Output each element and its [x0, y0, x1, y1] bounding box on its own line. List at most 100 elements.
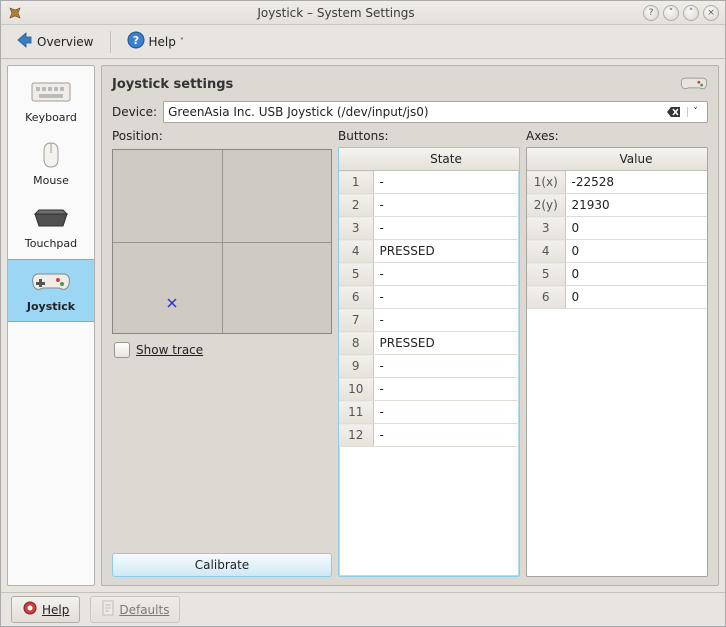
overview-label: Overview	[37, 35, 94, 49]
sidebar-item-label: Joystick	[27, 300, 75, 313]
chevron-down-icon: ˅	[180, 37, 184, 46]
toolbar: Overview ? Help ˅	[1, 25, 725, 59]
button-state-cell: -	[373, 263, 519, 286]
table-row: 1-	[339, 171, 519, 194]
calibrate-button[interactable]: Calibrate	[112, 553, 332, 577]
device-combobox[interactable]: GreenAsia Inc. USB Joystick (/dev/input/…	[163, 101, 708, 123]
row-header: 11	[339, 401, 373, 424]
help-menu-label: Help	[149, 35, 176, 49]
axis-value-cell: -22528	[565, 171, 707, 194]
sidebar-item-label: Touchpad	[25, 237, 77, 250]
chevron-down-icon[interactable]: ˅	[687, 107, 703, 117]
table-row: 8PRESSED	[339, 332, 519, 355]
button-state-cell: -	[373, 401, 519, 424]
gamepad-header-icon	[680, 74, 708, 95]
overview-button[interactable]: Overview	[9, 28, 100, 55]
position-label: Position:	[112, 129, 332, 143]
window-title: Joystick – System Settings	[29, 6, 643, 20]
table-row: 60	[527, 286, 707, 309]
main-panel: Joystick settings Device: GreenAsia Inc.…	[101, 65, 719, 586]
buttons-table: State 1-2-3-4PRESSED5-6-7-8PRESSED9-10-1…	[338, 147, 520, 577]
close-window-button[interactable]: ×	[703, 5, 719, 21]
axis-value-cell: 0	[565, 263, 707, 286]
button-state-cell: -	[373, 217, 519, 240]
table-row: 30	[527, 217, 707, 240]
axes-table: Value 1(x)-225282(y)2193030405060	[526, 147, 708, 577]
value-header: Value	[565, 148, 707, 171]
row-header: 6	[339, 286, 373, 309]
table-row: 6-	[339, 286, 519, 309]
sidebar-item-label: Keyboard	[25, 111, 77, 124]
button-state-cell: -	[373, 194, 519, 217]
button-state-cell: -	[373, 378, 519, 401]
sidebar-item-label: Mouse	[33, 174, 69, 187]
button-state-cell: PRESSED	[373, 240, 519, 263]
table-row: 5-	[339, 263, 519, 286]
button-state-cell: PRESSED	[373, 332, 519, 355]
sidebar-item-mouse[interactable]: Mouse	[8, 133, 94, 196]
show-trace-checkbox[interactable]	[114, 342, 130, 358]
table-row: 9-	[339, 355, 519, 378]
button-state-cell: -	[373, 355, 519, 378]
row-header: 5	[527, 263, 565, 286]
minimize-window-button[interactable]: ˅	[663, 5, 679, 21]
maximize-window-button[interactable]: ˄	[683, 5, 699, 21]
row-header: 1	[339, 171, 373, 194]
button-state-cell: -	[373, 424, 519, 447]
app-icon	[7, 5, 23, 21]
sidebar-item-keyboard[interactable]: Keyboard	[8, 70, 94, 133]
table-row: 40	[527, 240, 707, 263]
show-trace-label: Show trace	[136, 343, 203, 357]
help-icon: ?	[127, 31, 145, 52]
table-row: 2-	[339, 194, 519, 217]
sidebar: Keyboard Mouse Touchpad Joystick	[7, 65, 95, 586]
position-view	[112, 149, 332, 334]
table-row: 10-	[339, 378, 519, 401]
help-menu-button[interactable]: ? Help ˅	[121, 28, 190, 55]
state-header: State	[373, 148, 519, 171]
row-header: 12	[339, 424, 373, 447]
table-row: 11-	[339, 401, 519, 424]
help-icon	[22, 600, 38, 619]
row-header: 5	[339, 263, 373, 286]
keyboard-icon	[29, 77, 73, 107]
back-arrow-icon	[15, 31, 33, 52]
help-button[interactable]: Help	[11, 596, 80, 623]
titlebar: Joystick – System Settings ? ˅ ˄ ×	[1, 1, 725, 25]
svg-text:?: ?	[132, 34, 138, 47]
row-header: 10	[339, 378, 373, 401]
page-title: Joystick settings	[112, 77, 233, 92]
row-header: 3	[527, 217, 565, 240]
row-header: 4	[339, 240, 373, 263]
footer: Help Defaults	[1, 592, 725, 626]
row-header: 6	[527, 286, 565, 309]
sidebar-item-joystick[interactable]: Joystick	[8, 259, 94, 322]
button-state-cell: -	[373, 286, 519, 309]
touchpad-icon	[29, 203, 73, 233]
gamepad-icon	[29, 266, 73, 296]
row-header: 8	[339, 332, 373, 355]
sidebar-item-touchpad[interactable]: Touchpad	[8, 196, 94, 259]
defaults-button: Defaults	[90, 596, 180, 623]
axes-label: Axes:	[526, 129, 708, 143]
table-row: 3-	[339, 217, 519, 240]
defaults-button-label: Defaults	[119, 603, 169, 617]
axis-value-cell: 0	[565, 217, 707, 240]
clear-icon[interactable]	[665, 106, 683, 118]
device-label: Device:	[112, 105, 157, 119]
mouse-icon	[29, 140, 73, 170]
row-header: 3	[339, 217, 373, 240]
row-header: 7	[339, 309, 373, 332]
button-state-cell: -	[373, 309, 519, 332]
document-icon	[101, 600, 115, 619]
axis-value-cell: 0	[565, 286, 707, 309]
axis-value-cell: 0	[565, 240, 707, 263]
button-state-cell: -	[373, 171, 519, 194]
row-header: 2	[339, 194, 373, 217]
help-button-label: Help	[42, 603, 69, 617]
table-row: 4PRESSED	[339, 240, 519, 263]
row-header: 2(y)	[527, 194, 565, 217]
help-window-button[interactable]: ?	[643, 5, 659, 21]
table-row: 7-	[339, 309, 519, 332]
axis-value-cell: 21930	[565, 194, 707, 217]
